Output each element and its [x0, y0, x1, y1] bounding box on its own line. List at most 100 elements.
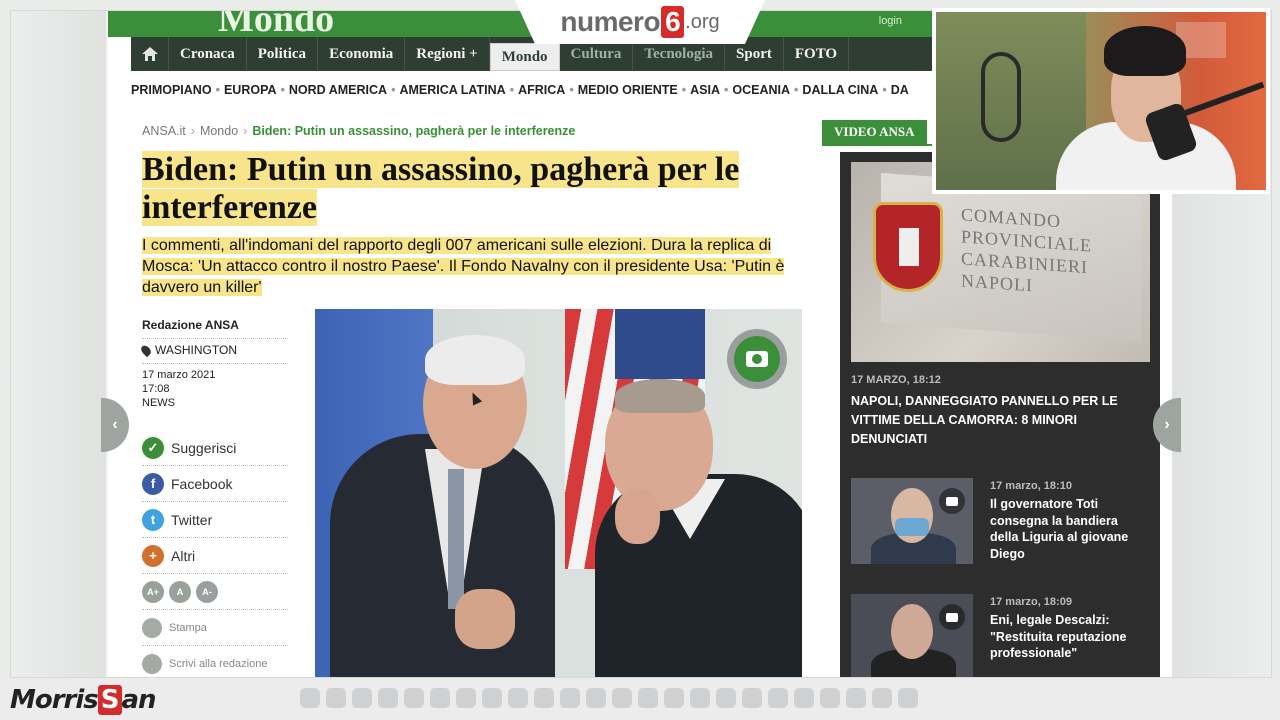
subnav-item[interactable]: MEDIO ORIENTE	[578, 83, 678, 97]
video-thumbnail[interactable]	[851, 594, 973, 677]
dock-app-icon[interactable]	[742, 688, 762, 708]
dock-app-icon[interactable]	[794, 688, 814, 708]
dock-app-icon[interactable]	[534, 688, 554, 708]
photo-person-left-hair	[425, 335, 525, 385]
facebook-label: Facebook	[171, 475, 233, 492]
article-subhead: I commenti, all'indomani del rapporto de…	[142, 235, 810, 298]
article-time: 17:08	[142, 383, 170, 395]
subnav-item[interactable]: ASIA	[690, 83, 720, 97]
subnav-item[interactable]: EUROPA	[224, 83, 277, 97]
subnav-item[interactable]: AMERICA LATINA	[399, 83, 505, 97]
dock-app-icon[interactable]	[638, 688, 658, 708]
nav-regioni[interactable]: Regioni +	[405, 37, 490, 71]
sub-navigation: PRIMOPIANO • EUROPA • NORD AMERICA • AMERIC…	[131, 83, 971, 97]
subnav-item[interactable]: AFRICA	[518, 83, 565, 97]
dock-app-icon[interactable]	[482, 688, 502, 708]
subnav-separator: •	[882, 83, 887, 97]
subnav-item[interactable]: DA	[891, 83, 909, 97]
write-editor-button[interactable]: Scrivi alla redazione	[142, 646, 288, 677]
dock-app-icon[interactable]	[326, 688, 346, 708]
article-photo[interactable]	[315, 309, 802, 677]
page-background-left	[11, 11, 106, 677]
twitter-label: Twitter	[171, 511, 213, 528]
twitter-share-button[interactable]: t Twitter	[142, 502, 288, 538]
font-decrease-button[interactable]: A-	[196, 580, 218, 603]
nav-mondo[interactable]: Mondo	[489, 43, 560, 71]
article-meta: Redazione ANSA WASHINGTON 17 marzo 2021 …	[139, 314, 288, 677]
morrissan-logo-prefix: Morris	[10, 685, 99, 715]
subhead-text: I commenti, all'indomani del rapporto de…	[142, 237, 785, 296]
crest-cross	[899, 228, 919, 266]
article-category: NEWS	[142, 397, 175, 409]
dock-app-icon[interactable]	[872, 688, 892, 708]
nav-politica[interactable]: Politica	[247, 37, 319, 71]
dock-app-icon[interactable]	[456, 688, 476, 708]
numero6-logo-text: numero	[560, 6, 661, 37]
dock-app-icon[interactable]	[768, 688, 788, 708]
subnav-item[interactable]: PRIMOPIANO	[131, 83, 212, 97]
photo-gallery-button[interactable]	[727, 329, 787, 389]
subnav-separator: •	[681, 83, 687, 97]
print-button[interactable]: Stampa	[142, 610, 288, 646]
nav-economia[interactable]: Economia	[318, 37, 406, 71]
morrissan-logo: Morris San	[10, 684, 157, 716]
headline-text: Biden: Putin un assassino, pagherà per l…	[142, 151, 740, 226]
plaque-text: COMANDO PROVINCIALE CARABINIERI NAPOLI	[961, 204, 1092, 296]
print-label: Stampa	[169, 621, 207, 634]
masthead-login[interactable]: login	[879, 15, 902, 27]
suggest-button[interactable]: ✓ Suggerisci	[142, 430, 288, 466]
breadcrumb-section[interactable]: Mondo	[200, 124, 238, 138]
dock-app-icon[interactable]	[404, 688, 424, 708]
more-share-button[interactable]: + Altri	[142, 538, 288, 574]
nav-foto[interactable]: FOTO	[784, 37, 850, 71]
webcam-video	[936, 12, 1266, 190]
subnav-separator: •	[215, 83, 220, 97]
subnav-item[interactable]: DALLA CINA	[802, 83, 878, 97]
video-section-label[interactable]: VIDEO ANSA	[822, 120, 927, 144]
plus-icon: +	[142, 544, 164, 567]
subnav-item[interactable]: NORD AMERICA	[289, 83, 387, 97]
video-item-title[interactable]: Eni, legale Descalzi: "Restituita reputa…	[990, 612, 1146, 662]
dock-app-icon[interactable]	[378, 688, 398, 708]
dock-app-icon[interactable]	[820, 688, 840, 708]
video-thumbnail[interactable]	[851, 478, 973, 564]
breadcrumb-root[interactable]: ANSA.it	[142, 124, 186, 138]
video-camera-icon	[939, 604, 965, 630]
photo-flag-us-canton	[615, 309, 705, 379]
video-main-date: 17 MARZO, 18:12	[851, 374, 941, 386]
wall-decoration	[981, 52, 1021, 142]
dock-app-icon[interactable]	[664, 688, 684, 708]
font-normal-button[interactable]: A	[169, 580, 191, 603]
home-icon[interactable]	[131, 37, 169, 71]
nav-cronaca[interactable]: Cronaca	[169, 37, 247, 71]
dock-app-icon[interactable]	[430, 688, 450, 708]
subnav-separator: •	[391, 83, 396, 97]
video-main-title[interactable]: NAPOLI, DANNEGGIATO PANNELLO PER LE VITT…	[851, 392, 1141, 449]
dock-app-icon[interactable]	[690, 688, 710, 708]
dock-app-icon[interactable]	[508, 688, 528, 708]
video-list-item[interactable]: 17 marzo, 18:10 Il governatore Toti cons…	[851, 478, 1150, 564]
subnav-item[interactable]: OCEANIA	[732, 83, 790, 97]
video-camera-icon	[939, 488, 965, 514]
dock-app-icon[interactable]	[560, 688, 580, 708]
subnav-separator: •	[723, 83, 729, 97]
photo-person-right-hair	[615, 379, 705, 413]
dock-app-icon[interactable]	[716, 688, 736, 708]
suggest-label: Suggerisci	[171, 439, 237, 456]
facebook-share-button[interactable]: f Facebook	[142, 466, 288, 502]
dock-app-icon[interactable]	[352, 688, 372, 708]
photo-person-left-tie	[448, 469, 464, 609]
dock-app-icon[interactable]	[300, 688, 320, 708]
dock-app-icon[interactable]	[586, 688, 606, 708]
video-item-date: 17 marzo, 18:10	[990, 480, 1072, 492]
font-increase-button[interactable]: A+	[142, 580, 164, 603]
dock-app-icon[interactable]	[846, 688, 866, 708]
morrissan-logo-box: S	[97, 685, 122, 715]
dock-app-icon[interactable]	[898, 688, 918, 708]
numero6-logo-suffix: .org	[685, 10, 720, 33]
video-item-title[interactable]: Il governatore Toti consegna la bandiera…	[990, 496, 1146, 562]
dock-app-icon[interactable]	[612, 688, 632, 708]
more-label: Altri	[171, 547, 196, 564]
breadcrumb-separator: ›	[190, 124, 195, 138]
video-list-item[interactable]: 17 marzo, 18:09 Eni, legale Descalzi: "R…	[851, 594, 1150, 677]
